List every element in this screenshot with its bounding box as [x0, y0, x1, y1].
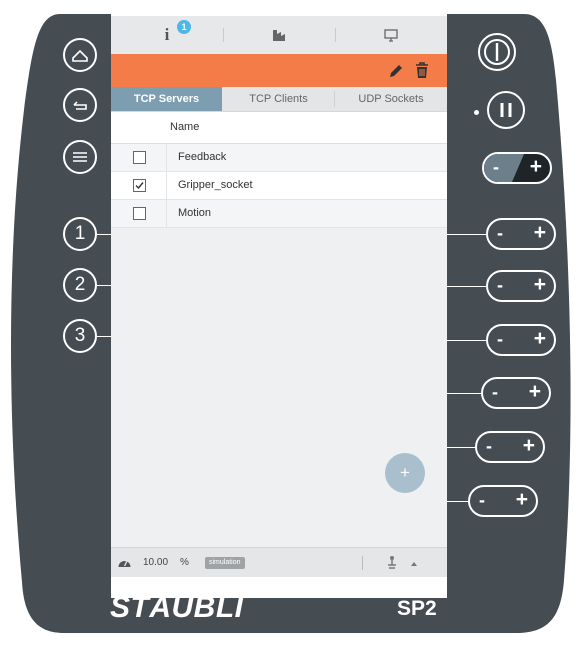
- row-label: Feedback: [178, 151, 227, 163]
- numbered-button-2[interactable]: 2: [63, 268, 97, 302]
- back-icon: [73, 101, 87, 110]
- name-column-header: Name: [170, 121, 200, 133]
- jog-connector: [447, 340, 487, 341]
- power-button[interactable]: [478, 33, 516, 71]
- jog-minus-label: -: [497, 275, 503, 295]
- button-connector: [97, 336, 111, 337]
- model-label: SP2: [397, 597, 437, 620]
- button-connector: [97, 285, 111, 286]
- speed-unit: %: [180, 557, 189, 568]
- status-divider: [362, 556, 363, 570]
- pause-button[interactable]: [487, 91, 525, 129]
- jog-plus-label: +: [528, 380, 541, 403]
- socket-tabs: TCP Servers TCP Clients UDP Sockets: [111, 87, 447, 112]
- speedometer-icon[interactable]: [117, 556, 132, 568]
- pencil-icon[interactable]: [388, 63, 404, 79]
- jog-button-5[interactable]: - +: [475, 431, 545, 463]
- numbered-button-label: 2: [74, 274, 86, 295]
- touch-screen: i 1 TCP Servers TCP Clients UDP Sockets …: [111, 16, 447, 577]
- row-checkbox[interactable]: [133, 207, 146, 220]
- jog-connector: [447, 501, 469, 502]
- jog-connector: [447, 234, 487, 235]
- jog-plus-label: +: [533, 327, 546, 350]
- info-icon: i: [164, 25, 170, 44]
- numbered-button-label: 3: [74, 325, 86, 346]
- jog-button-4[interactable]: - +: [481, 377, 551, 409]
- speed-jog-button[interactable]: - +: [482, 152, 552, 184]
- robot-icon[interactable]: [385, 555, 399, 571]
- top-toolbar: i 1: [111, 16, 447, 54]
- column-divider: [166, 200, 167, 227]
- home-icon: [72, 49, 88, 62]
- jog-connector: [447, 447, 476, 448]
- table-row[interactable]: Feedback: [111, 144, 447, 172]
- column-divider: [166, 144, 167, 171]
- jog-plus-label: +: [529, 155, 542, 178]
- numbered-button-1[interactable]: 1: [63, 217, 97, 251]
- jog-minus-label: -: [492, 382, 498, 402]
- tab-udp-sockets[interactable]: UDP Sockets: [335, 87, 447, 111]
- jog-minus-label: -: [479, 490, 485, 510]
- jog-plus-label: +: [533, 273, 546, 296]
- jog-connector: [447, 286, 487, 287]
- tool-tab[interactable]: [223, 16, 335, 54]
- back-button[interactable]: [63, 88, 97, 122]
- jog-minus-label: -: [497, 329, 503, 349]
- home-button[interactable]: [63, 38, 97, 72]
- tab-tcp-servers[interactable]: TCP Servers: [111, 87, 222, 111]
- power-icon: [484, 39, 510, 65]
- brand-logo: STÄUBLI: [110, 591, 244, 624]
- add-socket-button[interactable]: +: [385, 453, 425, 493]
- jog-plus-label: +: [533, 221, 546, 244]
- menu-button[interactable]: [63, 140, 97, 174]
- jog-button-1[interactable]: - +: [486, 218, 556, 250]
- tool-icon: [273, 30, 285, 41]
- table-header: Name: [111, 112, 447, 144]
- row-checkbox[interactable]: [133, 151, 146, 164]
- jog-button-6[interactable]: - +: [468, 485, 538, 517]
- pause-icon: [500, 103, 512, 117]
- numbered-button-3[interactable]: 3: [63, 319, 97, 353]
- status-bar: 10.00 % simulation: [111, 547, 447, 577]
- edit-action-bar: [111, 54, 447, 87]
- jog-button-2[interactable]: - +: [486, 270, 556, 302]
- row-label: Motion: [178, 207, 212, 219]
- jog-minus-label: -: [493, 157, 499, 177]
- row-label: Gripper_socket: [178, 179, 253, 191]
- button-connector: [97, 234, 111, 235]
- status-led: [474, 110, 479, 115]
- column-divider: [166, 172, 167, 199]
- jog-minus-label: -: [486, 436, 492, 456]
- monitor-tab[interactable]: [335, 16, 447, 54]
- menu-icon: [73, 152, 87, 162]
- notification-badge: 1: [177, 20, 191, 34]
- chevron-up-icon[interactable]: [411, 561, 417, 566]
- jog-connector: [447, 393, 482, 394]
- jog-button-3[interactable]: - +: [486, 324, 556, 356]
- jog-plus-label: +: [515, 488, 528, 511]
- numbered-button-label: 1: [74, 223, 86, 244]
- simulation-badge: simulation: [205, 557, 245, 569]
- jog-minus-label: -: [497, 223, 503, 243]
- table-row[interactable]: Motion: [111, 200, 447, 228]
- speed-value: 10.00: [143, 557, 169, 568]
- jog-plus-label: +: [522, 434, 535, 457]
- table-row[interactable]: Gripper_socket: [111, 172, 447, 200]
- row-checkbox-checked[interactable]: [133, 179, 146, 192]
- trash-icon[interactable]: [415, 62, 429, 79]
- monitor-icon: [384, 29, 398, 42]
- checkmark-icon: [135, 182, 144, 190]
- info-tab[interactable]: i: [111, 16, 223, 54]
- tab-tcp-clients[interactable]: TCP Clients: [223, 87, 334, 111]
